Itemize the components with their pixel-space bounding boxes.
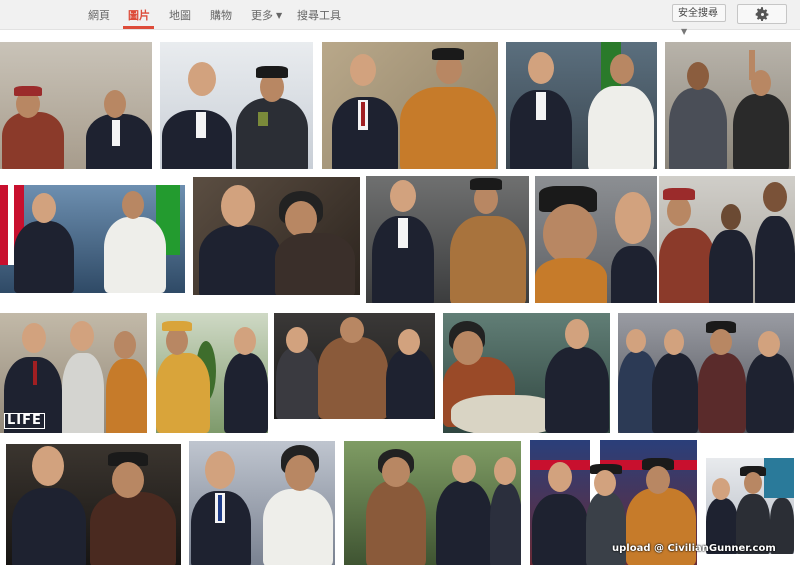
nav-shopping[interactable]: 購物	[210, 7, 232, 23]
life-watermark: LIFE	[4, 413, 45, 429]
image-result[interactable]	[322, 42, 498, 169]
image-result[interactable]	[156, 313, 268, 433]
upload-watermark: upload @ CivilianGunner.com	[612, 543, 776, 554]
settings-button[interactable]	[737, 4, 787, 24]
image-result[interactable]	[535, 176, 657, 303]
image-result[interactable]	[274, 313, 435, 419]
nav-more-label: 更多	[251, 9, 273, 22]
nav-maps[interactable]: 地圖	[169, 7, 191, 23]
image-result[interactable]	[160, 42, 313, 169]
image-result[interactable]	[0, 42, 152, 169]
image-result[interactable]	[193, 177, 360, 295]
gear-icon	[755, 7, 769, 21]
nav-more[interactable]: 更多 ▼	[251, 7, 282, 23]
top-toolbar: 網頁 圖片 地圖 購物 更多 ▼ 搜尋工具 安全搜尋▼	[0, 0, 800, 36]
image-result[interactable]	[0, 185, 185, 293]
safe-search-label: 安全搜尋	[678, 8, 718, 19]
image-result[interactable]: LIFE	[0, 313, 147, 433]
chevron-down-icon: ▼	[681, 27, 688, 36]
image-result[interactable]	[366, 176, 529, 303]
image-result[interactable]	[6, 444, 181, 565]
nav-search-tools[interactable]: 搜尋工具	[297, 7, 341, 23]
image-result[interactable]	[665, 42, 791, 169]
image-result[interactable]	[659, 176, 795, 303]
image-result[interactable]	[443, 313, 610, 433]
active-tab-indicator	[123, 26, 154, 29]
image-result[interactable]	[344, 441, 521, 565]
nav-images[interactable]: 圖片	[128, 7, 150, 23]
nav-web[interactable]: 網頁	[88, 7, 110, 23]
image-result[interactable]	[706, 458, 794, 554]
image-result[interactable]	[189, 441, 335, 565]
chevron-down-icon: ▼	[276, 11, 283, 20]
image-result[interactable]	[618, 313, 794, 433]
safe-search-dropdown[interactable]: 安全搜尋 ▼	[672, 4, 726, 36]
image-result[interactable]	[506, 42, 657, 169]
